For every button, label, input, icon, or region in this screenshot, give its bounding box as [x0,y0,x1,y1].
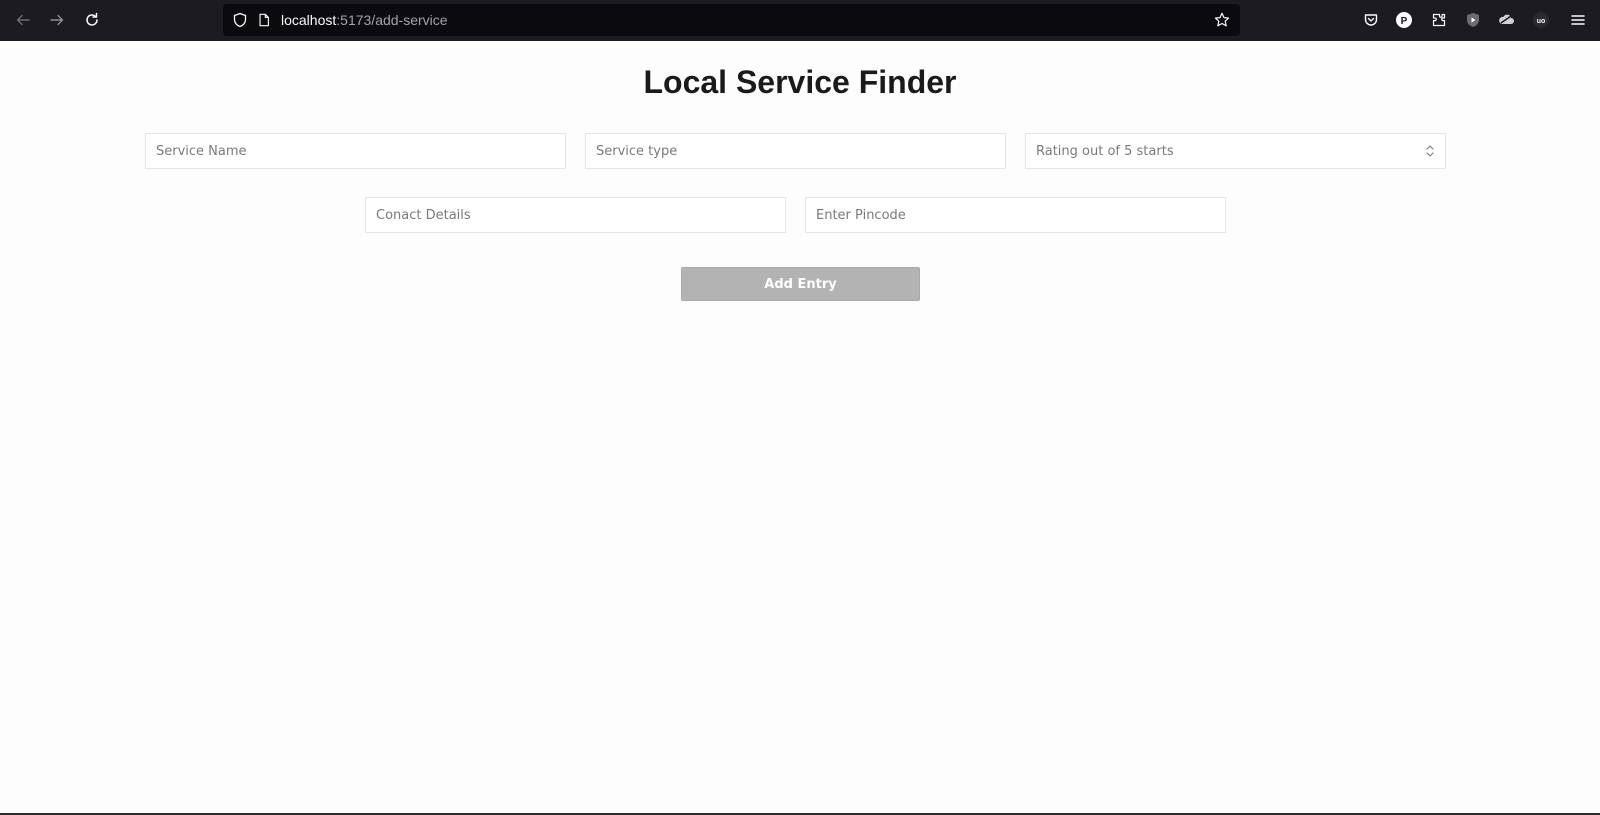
shield-extension-icon[interactable] [1464,11,1482,29]
shield-icon[interactable] [232,12,248,28]
arrow-left-icon [16,14,30,26]
contact-details-input[interactable] [365,197,786,233]
back-button[interactable] [8,5,38,35]
rating-input[interactable] [1025,133,1446,169]
cloud-extension-icon[interactable] [1498,11,1516,29]
page-title: Local Service Finder [643,64,957,100]
number-spinner[interactable] [1424,143,1436,159]
puzzle-icon[interactable] [1430,11,1448,29]
page-icon [256,12,272,28]
url-host: localhost [281,12,337,28]
service-name-input[interactable] [145,133,566,169]
ublock-label: uo [1537,18,1546,25]
forward-button[interactable] [42,5,72,35]
spinner-arrows-icon [1426,145,1434,157]
url-text[interactable]: localhost:5173/add-service [281,12,448,28]
address-bar[interactable]: localhost:5173/add-service [223,4,1240,36]
ublock-icon[interactable]: uo [1532,11,1550,29]
reload-button[interactable] [77,5,107,35]
profile-letter: P [1401,16,1408,27]
pocket-icon[interactable] [1362,11,1380,29]
service-type-input[interactable] [585,133,1006,169]
rating-field-wrapper [1025,133,1446,169]
reload-icon [86,12,98,26]
profile-icon[interactable]: P [1395,11,1413,29]
star-icon[interactable] [1214,12,1230,28]
add-entry-button[interactable]: Add Entry [681,267,920,301]
pincode-input[interactable] [805,197,1226,233]
browser-toolbar: localhost:5173/add-service P uo [0,0,1600,41]
hamburger-menu-icon[interactable] [1569,11,1587,29]
arrow-right-icon [50,14,64,26]
url-path: :5173/add-service [336,12,448,28]
page-content: Local Service Finder Add Entry [0,41,1600,815]
